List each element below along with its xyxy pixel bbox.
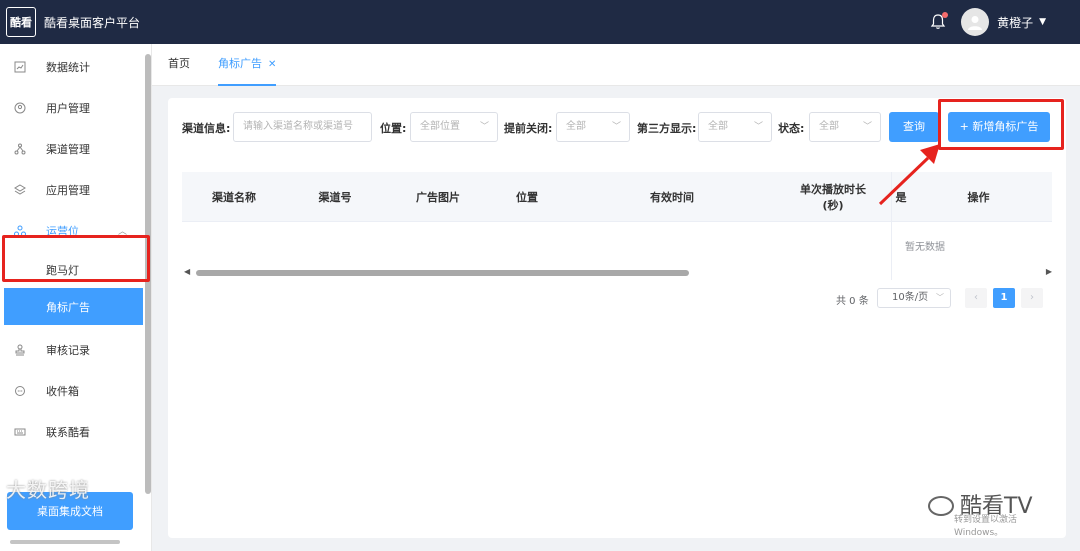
add-corner-ad-button[interactable]: + 新增角标广告 [948,112,1050,142]
sidebar-item-label: 跑马灯 [46,263,79,277]
column-header: 广告图片 [416,191,460,204]
stamp-icon [14,344,26,356]
wechat-icon [928,496,954,516]
network-icon [14,143,26,155]
third-party-select[interactable]: 全部 ﹀ [698,112,772,142]
watermark-left: 大数跨境 [6,478,90,502]
annotation-arrow-icon [878,144,940,206]
sidebar-item-contact[interactable]: 联系酷看 [0,411,151,452]
column-header: 渠道名称 [212,191,256,204]
column-header: 位置 [516,191,538,204]
notification-dot [942,12,949,18]
sidebar-item-user-mgmt[interactable]: 用户管理 [0,87,151,128]
position-label: 位置: [380,122,407,135]
app-title: 酷看桌面客户平台 [44,15,141,30]
sidebar-item-inbox[interactable]: 收件箱 [0,370,151,411]
sidebar-item-audit-log[interactable]: 审核记录 [0,329,151,370]
pagination: 共 0 条 10条/页 ﹀ ‹ 1 › [168,286,1052,310]
early-close-label: 提前关闭: [504,122,553,135]
sidebar-scrollbar[interactable] [145,54,151,494]
column-header: 渠道号 [318,191,352,204]
sidebar-item-label: 运营位 [46,224,79,238]
app-logo[interactable]: 酷看 [6,7,36,37]
sidebar-item-label: 审核记录 [46,343,90,357]
tab-corner-ad[interactable]: 角标广告 ✕ [218,44,277,86]
page-number-button[interactable]: 1 [993,288,1015,308]
user-area: 黄橙子 ▼ [929,0,1046,44]
page-size-value: 10条/页 [892,292,929,303]
channel-label: 渠道信息: [182,122,231,135]
user-avatar-icon [968,16,983,30]
username[interactable]: 黄橙子 [997,14,1033,31]
chevron-down-icon: ﹀ [611,122,621,132]
sidebar-item-channel-mgmt[interactable]: 渠道管理 [0,128,151,169]
column-header: 单次播放时长 (秒) [800,183,866,212]
sidebar-item-data-stats[interactable]: 数据统计 [0,46,151,87]
notification-bell-icon[interactable] [929,12,949,31]
prev-page-button[interactable]: ‹ [965,288,987,308]
status-select-value: 全部 [819,121,839,132]
early-close-select[interactable]: 全部 ﹀ [556,112,630,142]
tab-label: 首页 [168,57,190,70]
position-select-value: 全部位置 [420,121,460,132]
scroll-right-icon[interactable]: ▶ [1046,267,1052,276]
third-party-label: 第三方显示: [637,122,697,135]
chevron-down-icon: ﹀ [479,122,489,132]
table-horizontal-scrollbar[interactable]: ◀ ▶ [182,266,1052,276]
user-circle-icon [14,102,26,114]
channel-search-input[interactable]: 请输入渠道名称或渠道号 [233,112,372,142]
caret-down-icon[interactable]: ▼ [1039,17,1046,27]
sidebar-horizontal-scrollbar[interactable] [10,540,120,544]
close-icon[interactable]: ✕ [268,59,276,70]
layers-icon [14,183,26,196]
page-size-select[interactable]: 10条/页 ﹀ [877,288,951,308]
sidebar-item-label: 渠道管理 [46,142,90,156]
chevron-down-icon: ﹀ [862,122,872,132]
sidebar-item-label: 应用管理 [46,183,90,197]
scrollbar-thumb[interactable] [196,270,689,276]
tab-label: 角标广告 [218,57,262,70]
sidebar-item-label: 收件箱 [46,384,79,398]
position-select[interactable]: 全部位置 ﹀ [410,112,498,142]
keyboard-icon [14,426,26,438]
tab-home[interactable]: 首页 [168,44,190,86]
sidebar-item-label: 角标广告 [46,300,90,314]
operations-icon [14,225,26,237]
column-header: 有效时间 [650,191,694,204]
watermark-right-subtitle: 转到设置以激活 Windows。 [954,515,1018,538]
chevron-down-icon: ﹀ [753,122,763,132]
sidebar-group-operations[interactable]: 运营位 ︿ [0,210,151,251]
chevron-up-icon: ︿ [117,227,127,237]
sidebar-item-label: 用户管理 [46,101,90,115]
watermark-right: 酷看TV 转到设置以激活 Windows。 [928,488,1068,538]
empty-state-text: 暂无数据 [905,242,945,253]
third-party-select-value: 全部 [708,121,728,132]
early-close-select-value: 全部 [566,121,586,132]
scroll-left-icon[interactable]: ◀ [184,267,190,276]
top-bar: 酷看 酷看桌面客户平台 黄橙子 ▼ [0,0,1080,44]
sidebar-item-corner-ad[interactable]: 角标广告 [4,288,143,325]
chat-bubble-icon [14,385,26,397]
sidebar-item-app-mgmt[interactable]: 应用管理 [0,169,151,210]
chevron-down-icon: ﹀ [936,293,944,302]
chart-icon [14,61,26,73]
sidebar-item-label: 数据统计 [46,60,90,74]
next-page-button[interactable]: › [1021,288,1043,308]
total-count: 共 0 条 [836,296,869,307]
sidebar-item-marquee[interactable]: 跑马灯 [0,251,151,288]
avatar[interactable] [961,8,990,36]
sidebar-item-label: 联系酷看 [46,425,90,439]
page-tabs: 首页 角标广告 ✕ [152,44,1080,86]
status-label: 状态: [778,122,805,135]
